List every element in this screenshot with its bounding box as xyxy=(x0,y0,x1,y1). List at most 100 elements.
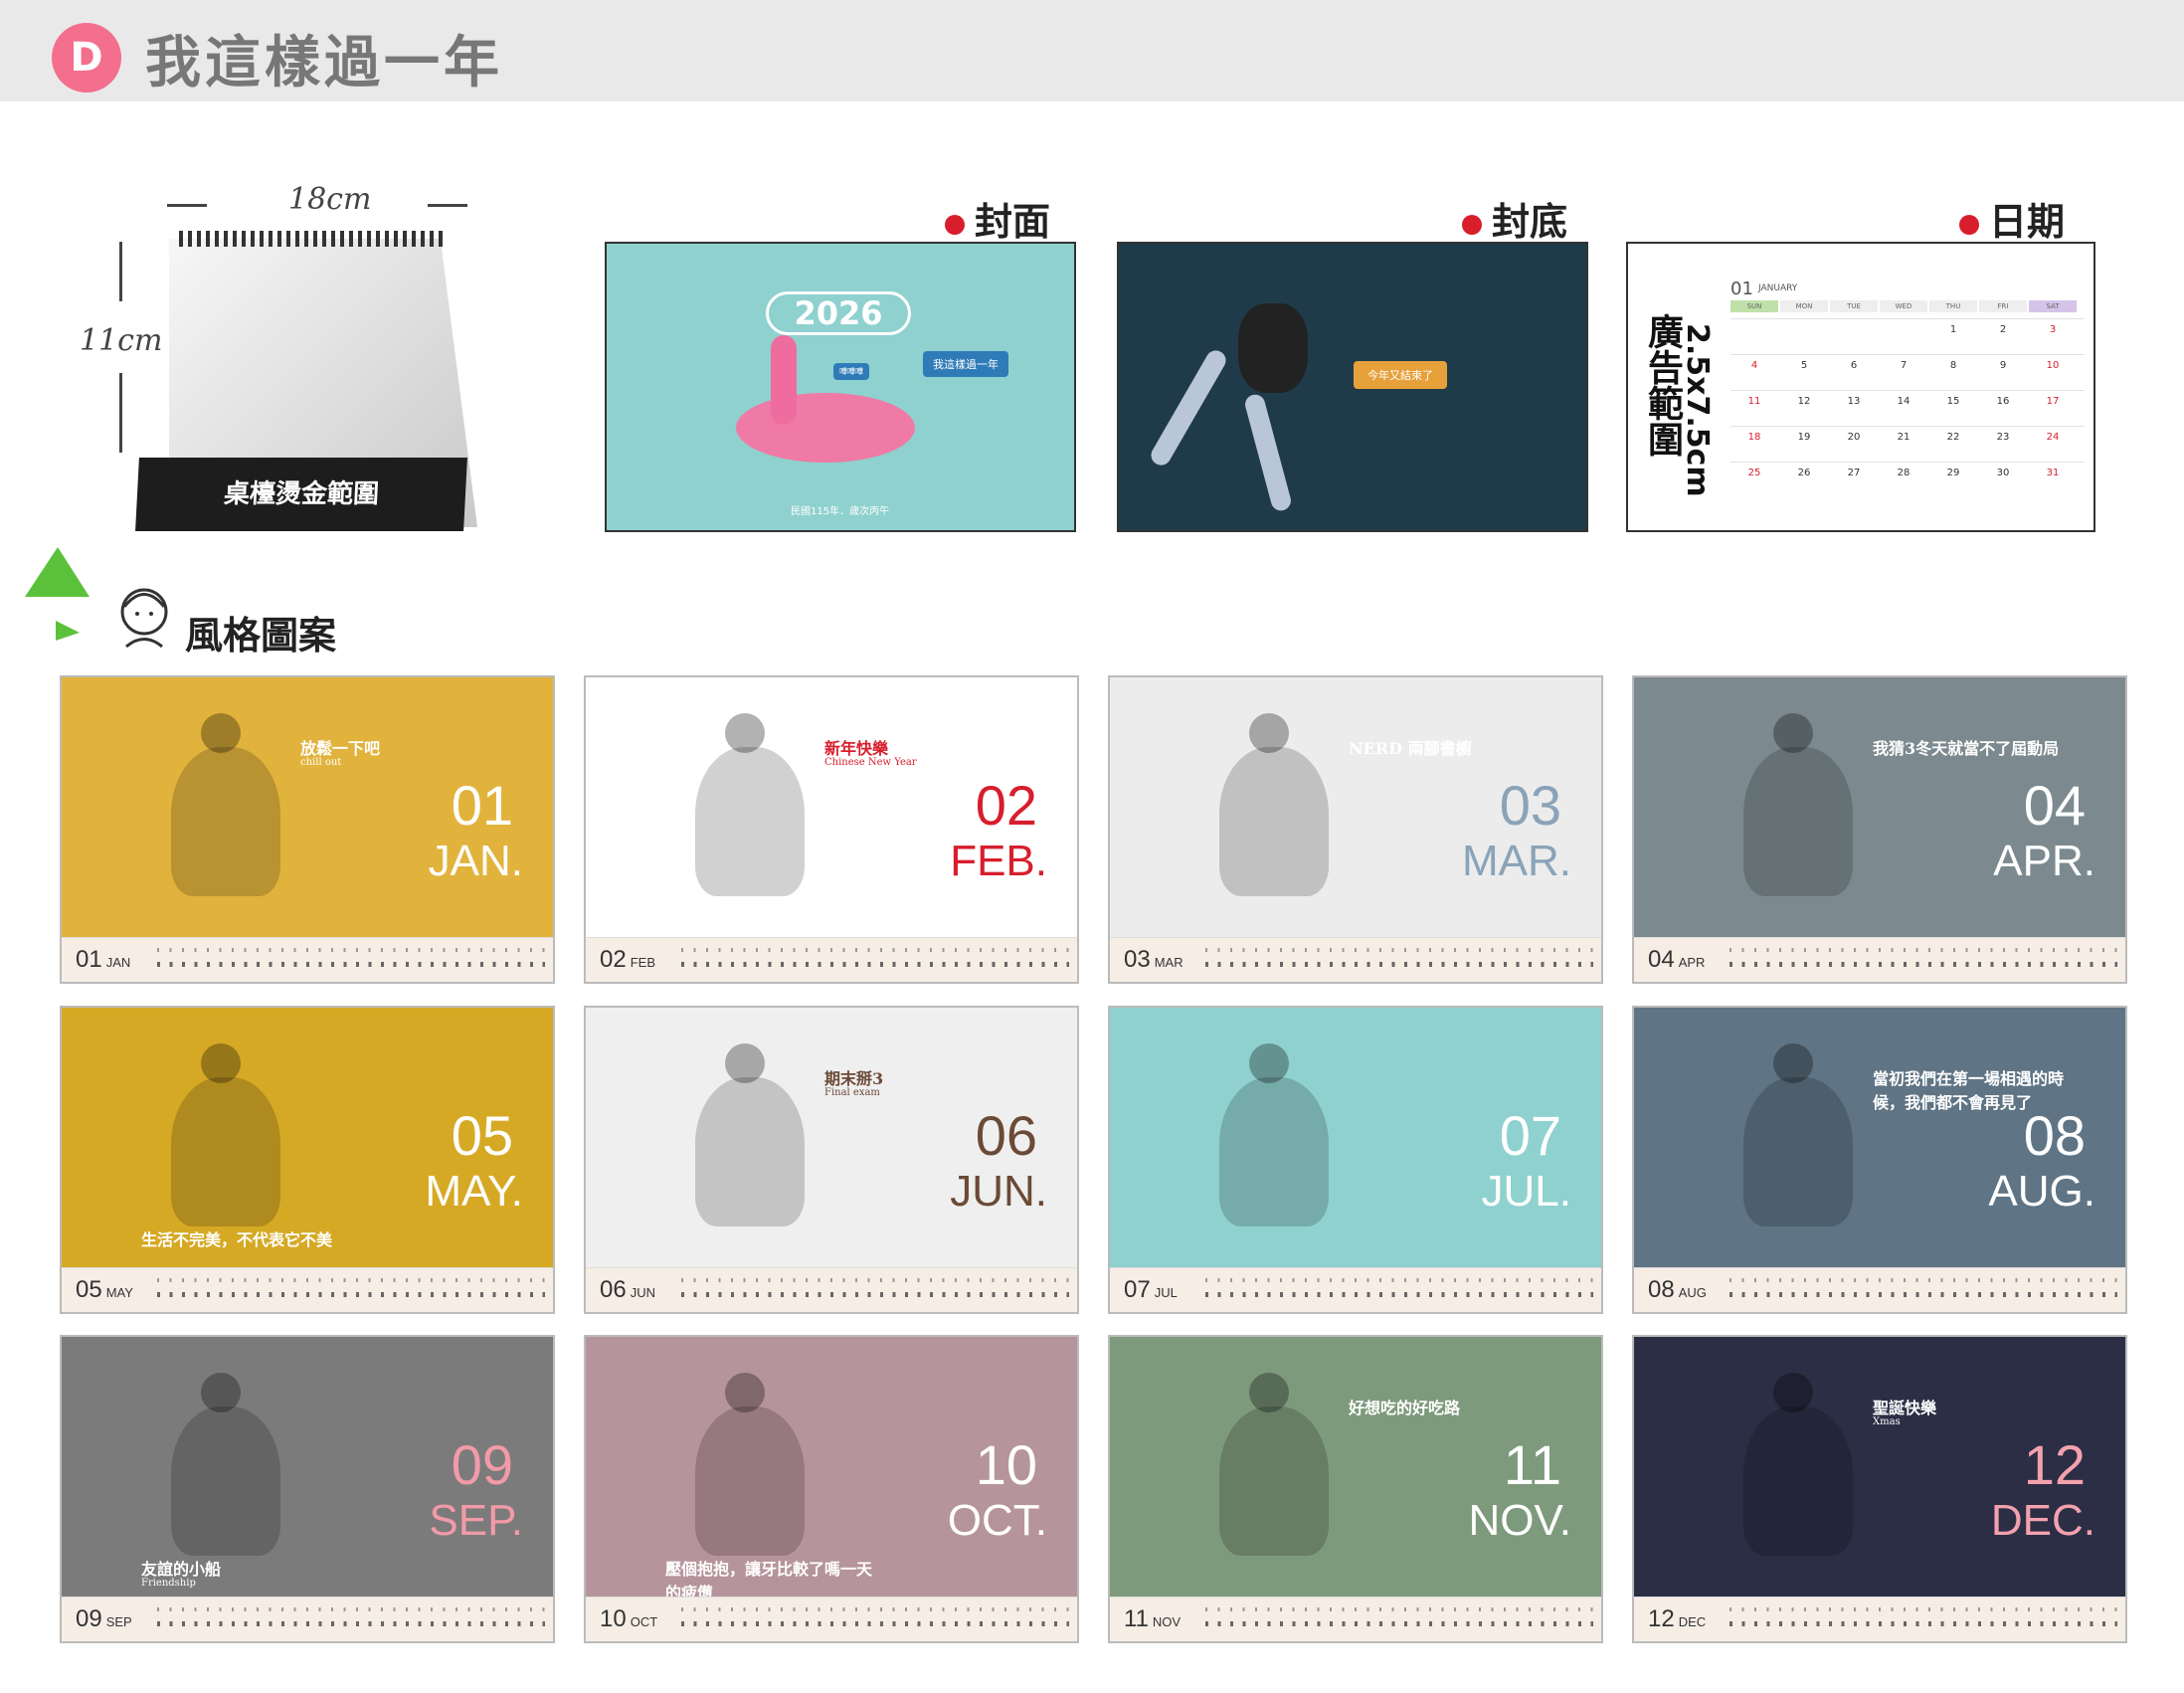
month-caption: 期末掰3 xyxy=(824,1069,884,1088)
day-ticks xyxy=(157,1607,545,1631)
strip-month-number: 10 xyxy=(600,1605,627,1632)
month-card-sep: 09 SEP. 友誼的小船 Friendship 09 SEP xyxy=(60,1335,555,1643)
day-number: 15 xyxy=(1946,396,1960,407)
month-card-aug: 08 AUG. 當初我們在第一場相遇的時候，我們都不會再見了 08 AUG xyxy=(1632,1006,2127,1314)
red-dot-icon xyxy=(1462,214,1482,235)
weekday-header: SAT xyxy=(2029,300,2077,312)
month-day-strip: 07 JUL xyxy=(1110,1267,1601,1312)
day-number: 5 xyxy=(1800,360,1808,371)
month-card-mar: 03 MAR. NERD 兩腳書櫥 03 MAR xyxy=(1108,675,1603,984)
cover-year: 2026 xyxy=(766,291,911,335)
day-ticks xyxy=(681,948,1069,972)
day-ticks xyxy=(681,1278,1069,1302)
month-name: FEB. xyxy=(950,837,1047,885)
section-badge: D xyxy=(52,23,121,93)
strip-month-short: DEC xyxy=(1678,1614,1707,1629)
month-day-strip: 11 NOV xyxy=(1110,1597,1601,1641)
section-header: D 我這樣過一年 xyxy=(0,0,2184,101)
month-card-apr: 04 APR. 我猜3冬天就當不了屆動局 04 APR xyxy=(1632,675,2127,984)
strip-month-short: OCT xyxy=(630,1614,658,1629)
day-number: 14 xyxy=(1897,396,1911,407)
grid-line xyxy=(1730,354,2085,355)
month-number: 10 xyxy=(975,1433,1037,1496)
strip-month-label: 07 JUL xyxy=(1124,1276,1178,1304)
grid-line xyxy=(1730,390,2085,391)
month-name: DEC. xyxy=(1990,1496,2095,1545)
day-ticks xyxy=(1729,1278,2117,1302)
weekday-header: WED xyxy=(1880,300,1927,312)
red-dot-icon xyxy=(945,214,965,235)
month-caption: 友誼的小船 xyxy=(141,1560,222,1579)
day-number: 4 xyxy=(1750,360,1758,371)
day-number: 22 xyxy=(1946,432,1960,443)
label-back-text: 封底 xyxy=(1492,200,1568,244)
strip-month-short: JUL xyxy=(1154,1285,1178,1300)
cover-tag-bubble: 嘩嘩嘩 xyxy=(833,363,869,380)
cover-preview: 2026 我這樣過一年 嘩嘩嘩 民國115年．歲次丙午 xyxy=(605,242,1076,532)
day-number: 16 xyxy=(1996,396,2010,407)
month-caption: 我猜3冬天就當不了屆動局 xyxy=(1873,739,2060,758)
figure-illustration xyxy=(695,1407,805,1556)
figure-head-illustration xyxy=(1249,713,1289,753)
month-name: OCT. xyxy=(947,1496,1047,1545)
weekday-header: MON xyxy=(1780,300,1828,312)
strip-month-short: MAY xyxy=(105,1285,133,1300)
month-caption: 新年快樂 xyxy=(824,739,889,758)
back-preview: 今年又結束了 xyxy=(1117,242,1588,532)
month-number: 06 xyxy=(975,1104,1037,1167)
month-name: JUN. xyxy=(950,1167,1047,1216)
width-dimension-line-right xyxy=(428,204,467,207)
month-day-strip: 09 SEP xyxy=(62,1597,553,1641)
cover-small-text: 民國115年．歲次丙午 xyxy=(791,506,890,517)
month-name: JAN. xyxy=(428,837,523,885)
day-number: 2 xyxy=(1999,324,2007,335)
swimmer-leg-illustration xyxy=(1242,392,1294,513)
grid-line xyxy=(1730,426,2085,427)
month-number: 07 xyxy=(1499,1104,1561,1167)
month-day-strip: 10 OCT xyxy=(586,1597,1077,1641)
month-number: 05 xyxy=(451,1104,513,1167)
month-caption: 當初我們在第一場相遇的時候，我們都不會再見了 xyxy=(1873,1069,2065,1112)
foil-stamp-area: 桌檯燙金範圍 xyxy=(135,458,467,531)
strip-month-short: JUN xyxy=(630,1285,655,1300)
strip-month-label: 03 MAR xyxy=(1124,946,1183,974)
month-caption: 放鬆一下吧 xyxy=(300,739,381,758)
style-section-title: 風格圖案 xyxy=(185,614,337,658)
month-grid: 01 JANUARY SUN MON TUE WED THU FRI SAT 1234567… xyxy=(1730,279,2085,497)
height-label: 11cm xyxy=(80,323,163,358)
label-cover: 封面 xyxy=(945,191,1050,246)
weekday-header: THU xyxy=(1929,300,1977,312)
day-number: 26 xyxy=(1797,468,1811,478)
month-caption: 好想吃的好吃路 xyxy=(1349,1399,1461,1417)
month-number: 03 xyxy=(1499,774,1561,837)
day-ticks xyxy=(1205,1607,1593,1631)
month-number: 08 xyxy=(2023,1104,2086,1167)
grid-line xyxy=(1730,318,2085,319)
month-name: JUL. xyxy=(1481,1167,1571,1216)
label-date-text: 日期 xyxy=(1989,200,2066,244)
strip-month-label: 02 FEB xyxy=(600,946,655,974)
day-number: 17 xyxy=(2046,396,2060,407)
cover-speech-bubble: 我這樣過一年 xyxy=(923,351,1008,377)
strip-month-short: SEP xyxy=(105,1614,132,1629)
month-card-oct: 10 OCT. 壓個抱抱，讓牙比較了嗎一天的疲憊 10 OCT xyxy=(584,1335,1079,1643)
width-dimension-line-left xyxy=(167,204,207,207)
day-number: 27 xyxy=(1847,468,1861,478)
day-number: 13 xyxy=(1847,396,1861,407)
day-number: 11 xyxy=(1747,396,1761,407)
weekday-header: FRI xyxy=(1979,300,2027,312)
strip-month-short: JAN xyxy=(105,955,131,970)
day-number: 19 xyxy=(1797,432,1811,443)
day-ticks xyxy=(157,1278,545,1302)
strip-month-short: FEB xyxy=(630,955,655,970)
figure-head-illustration xyxy=(201,713,241,753)
figure-head-illustration xyxy=(725,713,765,753)
figure-head-illustration xyxy=(725,1043,765,1083)
month-name: MAR. xyxy=(1462,837,1571,885)
day-number: 8 xyxy=(1949,360,1957,371)
figure-illustration xyxy=(1743,747,1853,896)
month-day-strip: 12 DEC xyxy=(1634,1597,2125,1641)
weekday-header: TUE xyxy=(1830,300,1878,312)
day-ticks xyxy=(681,1607,1069,1631)
month-day-strip: 08 AUG xyxy=(1634,1267,2125,1312)
